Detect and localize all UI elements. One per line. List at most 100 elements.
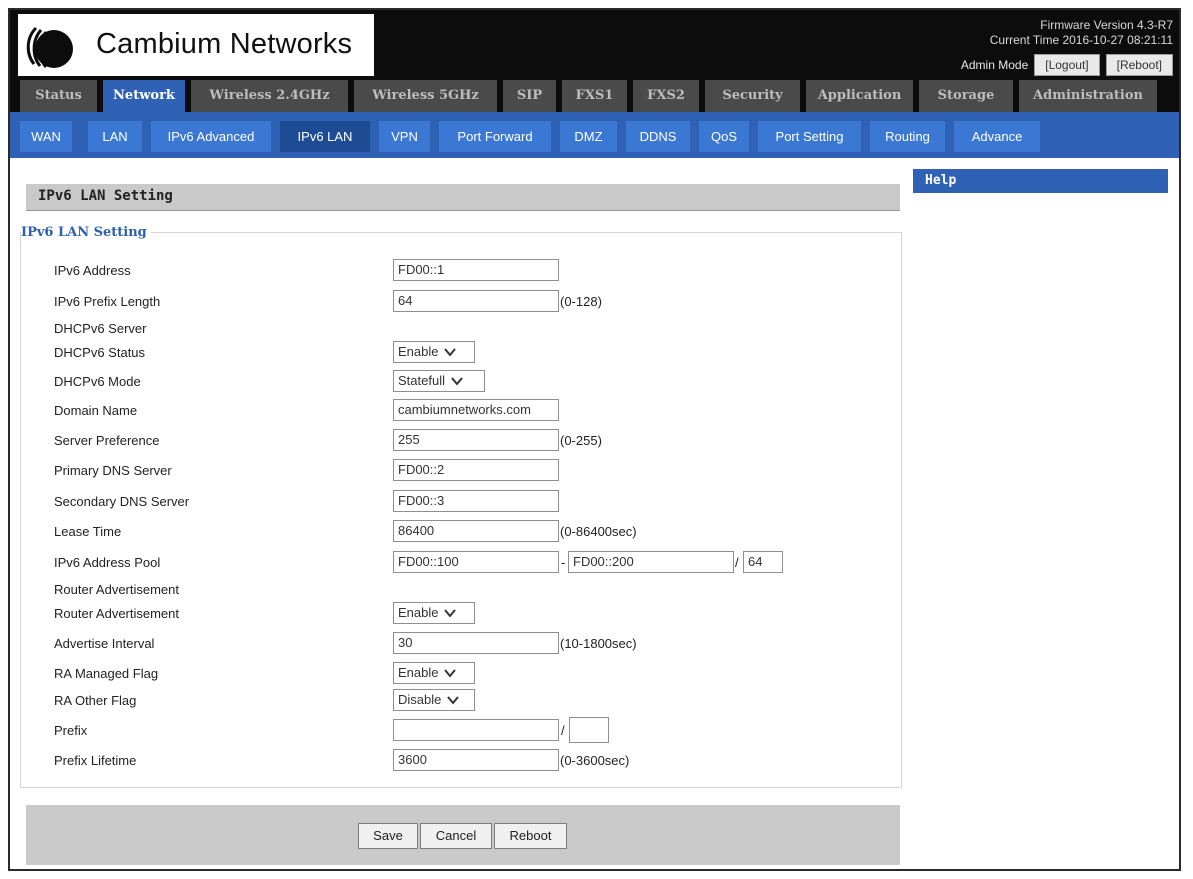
ra-other-flag-value: Disable (398, 692, 442, 707)
ipv6-address-input[interactable]: FD00::1 (393, 259, 559, 281)
tab-status[interactable]: Status (20, 80, 97, 112)
secondary-dns-label: Secondary DNS Server (54, 494, 190, 509)
address-pool-slash: / (735, 555, 739, 570)
logo: Cambium Networks (18, 14, 374, 76)
ra-managed-flag-label: RA Managed Flag (54, 666, 159, 681)
subtab-ipv6-lan[interactable]: IPv6 LAN (280, 121, 370, 152)
server-preference-input[interactable]: 255 (393, 429, 559, 451)
tab-fxs2[interactable]: FXS2 (633, 80, 699, 112)
subtab-port-forward[interactable]: Port Forward (439, 121, 551, 152)
router-advertisement-select[interactable]: Enable (393, 602, 475, 624)
prefix-slash: / (561, 723, 565, 738)
tab-security[interactable]: Security (705, 80, 800, 112)
prefix-label: Prefix (54, 723, 88, 738)
cambium-logo-icon (26, 26, 73, 68)
header: Cambium Networks Firmware Version 4.3-R7… (10, 10, 1179, 80)
subtab-lan[interactable]: LAN (88, 121, 142, 152)
primary-dns-label: Primary DNS Server (54, 463, 172, 478)
chevron-down-icon (451, 377, 463, 386)
app-window: Cambium Networks Firmware Version 4.3-R7… (8, 8, 1181, 871)
dhcpv6-server-heading: DHCPv6 Server (54, 321, 147, 336)
router-advertisement-label: Router Advertisement (54, 606, 180, 621)
address-pool-label: IPv6 Address Pool (54, 555, 161, 570)
subtab-ddns[interactable]: DDNS (626, 121, 690, 152)
advertise-interval-label: Advertise Interval (54, 636, 155, 651)
subtab-advance[interactable]: Advance (954, 121, 1040, 152)
advertise-interval-input[interactable]: 30 (393, 632, 559, 654)
prefix-length-input[interactable]: 64 (393, 290, 559, 312)
domain-name-label: Domain Name (54, 403, 138, 418)
chevron-down-icon (444, 348, 457, 357)
lease-time-input[interactable]: 86400 (393, 520, 559, 542)
subtab-vpn[interactable]: VPN (379, 121, 430, 152)
ra-managed-flag-select[interactable]: Enable (393, 662, 475, 684)
ra-managed-flag-value: Enable (398, 665, 439, 680)
tab-sip[interactable]: SIP (503, 80, 556, 112)
prefix-lifetime-label: Prefix Lifetime (54, 753, 137, 768)
sub-nav: WAN LAN IPv6 Advanced IPv6 LAN VPN Port … (10, 112, 1179, 158)
dhcpv6-mode-select[interactable]: Statefull (393, 370, 485, 392)
chevron-down-icon (444, 669, 457, 678)
firmware-version: Firmware Version 4.3-R7 (1040, 18, 1173, 32)
subtab-dmz[interactable]: DMZ (560, 121, 617, 152)
action-bar: Save Cancel Reboot (26, 805, 900, 865)
address-pool-end-input[interactable]: FD00::200 (568, 551, 734, 573)
tab-administration[interactable]: Administration (1019, 80, 1157, 112)
cancel-button[interactable]: Cancel (420, 823, 492, 849)
current-time: Current Time 2016-10-27 08:21:11 (989, 33, 1173, 47)
prefix-length-field[interactable] (569, 717, 609, 743)
subtab-qos[interactable]: QoS (699, 121, 749, 152)
tab-application[interactable]: Application (806, 80, 913, 112)
address-pool-start-input[interactable]: FD00::100 (393, 551, 559, 573)
tab-fxs1[interactable]: FXS1 (562, 80, 627, 112)
prefix-length-range: (0-128) (560, 294, 602, 309)
ra-other-flag-label: RA Other Flag (54, 693, 137, 708)
subtab-port-setting[interactable]: Port Setting (758, 121, 861, 152)
ipv6-address-label: IPv6 Address (54, 263, 131, 278)
address-pool-prefix-input[interactable]: 64 (743, 551, 783, 573)
chevron-down-icon (444, 609, 457, 618)
save-button[interactable]: Save (358, 823, 418, 849)
brand-name: Cambium Networks (96, 28, 353, 60)
firmware-info: Firmware Version 4.3-R7 Current Time 201… (990, 18, 1173, 48)
admin-row: Admin Mode [Logout] [Reboot] (961, 54, 1173, 76)
help-panel: Help (913, 169, 1168, 193)
server-preference-label: Server Preference (54, 433, 160, 448)
tab-network[interactable]: Network (103, 80, 185, 112)
lease-time-range: (0-86400sec) (560, 524, 637, 539)
subtab-wan[interactable]: WAN (20, 121, 72, 152)
lease-time-label: Lease Time (54, 524, 122, 539)
logout-link[interactable]: [Logout] (1034, 54, 1100, 76)
tab-wireless-24ghz[interactable]: Wireless 2.4GHz (191, 80, 348, 112)
tab-wireless-5ghz[interactable]: Wireless 5GHz (354, 80, 497, 112)
page-title: IPv6 LAN Setting (38, 188, 173, 204)
dhcpv6-mode-value: Statefull (398, 373, 445, 388)
dhcpv6-mode-label: DHCPv6 Mode (54, 374, 141, 389)
admin-mode-label: Admin Mode (960, 58, 1029, 72)
secondary-dns-input[interactable]: FD00::3 (393, 490, 559, 512)
router-advertisement-value: Enable (398, 605, 439, 620)
domain-name-input[interactable]: cambiumnetworks.com (393, 399, 559, 421)
subtab-ipv6-advanced[interactable]: IPv6 Advanced (151, 121, 271, 152)
ra-other-flag-select[interactable]: Disable (393, 689, 475, 711)
chevron-down-icon (447, 696, 460, 705)
subtab-routing[interactable]: Routing (870, 121, 945, 152)
tab-storage[interactable]: Storage (919, 80, 1013, 112)
dhcpv6-status-select[interactable]: Enable (393, 341, 475, 363)
dhcpv6-status-label: DHCPv6 Status (54, 345, 146, 360)
advertise-interval-range: (10-1800sec) (560, 636, 637, 651)
prefix-lifetime-range: (0-3600sec) (560, 753, 630, 768)
primary-dns-input[interactable]: FD00::2 (393, 459, 559, 481)
router-advertisement-heading: Router Advertisement (54, 582, 180, 597)
prefix-length-label: IPv6 Prefix Length (54, 294, 161, 309)
prefix-lifetime-input[interactable]: 3600 (393, 749, 559, 771)
prefix-input[interactable] (393, 719, 559, 741)
reboot-button[interactable]: Reboot (494, 823, 567, 849)
settings-fieldset: IPv6 LAN Setting IPv6 Address FD00::1 IP… (20, 225, 902, 788)
address-pool-separator: - (561, 555, 566, 570)
fieldset-legend: IPv6 LAN Setting (21, 225, 151, 240)
reboot-link[interactable]: [Reboot] (1105, 54, 1173, 76)
server-preference-range: (0-255) (560, 433, 602, 448)
dhcpv6-status-value: Enable (398, 344, 439, 359)
help-title: Help (925, 173, 957, 188)
